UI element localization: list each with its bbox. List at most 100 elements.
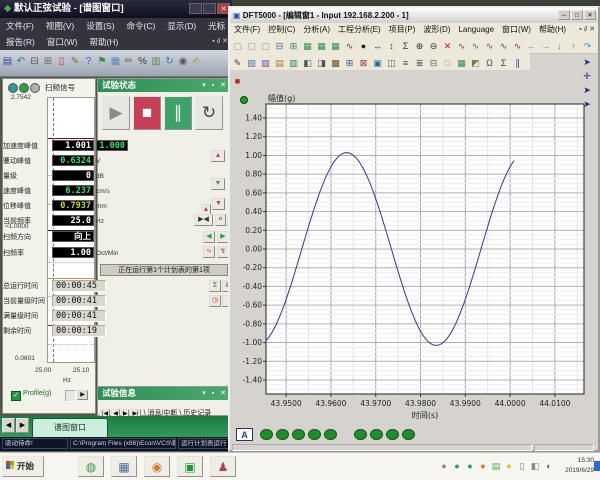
- messenger-icon[interactable]: ●: [464, 460, 476, 472]
- crosshair-icon[interactable]: ✛: [580, 69, 594, 83]
- panel-header-icons[interactable]: ▾ ▪ ✕: [202, 79, 228, 92]
- channel-ok-indicator[interactable]: [276, 429, 289, 440]
- export-pdf-icon[interactable]: ▯: [56, 53, 68, 71]
- vspan-icon[interactable]: ↕: [385, 40, 398, 53]
- channel-ok-indicator[interactable]: [324, 429, 337, 440]
- sum-time-icon[interactable]: Σ: [209, 280, 221, 292]
- tray-clock[interactable]: 15:30 2019/6/29: [558, 456, 594, 476]
- restart-button[interactable]: ↻: [195, 96, 223, 130]
- pause-button[interactable]: ∥: [164, 96, 192, 130]
- chart-icon-14[interactable]: ⊟: [427, 57, 440, 70]
- channel-ok-indicator[interactable]: [292, 429, 305, 440]
- channel-ok-indicator[interactable]: [354, 429, 367, 440]
- tab-spectrum-window[interactable]: 谱图窗口: [32, 418, 108, 438]
- database-icon[interactable]: ▥: [150, 53, 162, 71]
- chart-icon-2[interactable]: ▨: [259, 57, 272, 70]
- input-method-icon[interactable]: ●: [503, 460, 515, 472]
- chart-icon-13[interactable]: ≣: [413, 57, 426, 70]
- omega-icon[interactable]: Ω: [483, 57, 496, 70]
- media-app-icon[interactable]: ◉: [144, 456, 170, 477]
- tab-scroll-right-button[interactable]: ▶: [16, 418, 29, 433]
- chart-icon-10[interactable]: ▣: [371, 57, 384, 70]
- lower-level-button[interactable]: ▼: [211, 178, 225, 190]
- step-down-button[interactable]: ▼: [212, 198, 225, 210]
- chart-icon-17[interactable]: ◩: [469, 57, 482, 70]
- open-icon[interactable]: ▢: [245, 40, 258, 53]
- sweep-left-button[interactable]: ◀: [203, 231, 215, 243]
- measure-app-icon[interactable]: ♟: [210, 456, 236, 477]
- menu-item[interactable]: 文件(F): [230, 23, 264, 36]
- pen-icon[interactable]: ✎: [69, 53, 81, 71]
- start-button[interactable]: ▶: [102, 96, 130, 130]
- menu-item[interactable]: 视图(V): [40, 18, 80, 34]
- menu-item[interactable]: Language: [454, 23, 498, 36]
- wave-tool5-icon[interactable]: ∿: [511, 40, 524, 53]
- chart-icon-9[interactable]: ⊠: [357, 57, 370, 70]
- channel-ok-indicator[interactable]: [308, 429, 321, 440]
- menu-item[interactable]: 显示(D): [161, 18, 202, 34]
- language-flag-icon[interactable]: [594, 461, 600, 471]
- chart-icon-15[interactable]: □: [441, 57, 454, 70]
- chart-icon-16[interactable]: ▦: [455, 57, 468, 70]
- profile-next-button[interactable]: ▶: [77, 390, 88, 400]
- grid-view-icon[interactable]: ▦: [301, 40, 314, 53]
- arrow-right-icon[interactable]: →: [539, 40, 552, 53]
- menu-item[interactable]: 帮助(H): [84, 34, 125, 50]
- hspan-icon[interactable]: ↔: [371, 40, 384, 53]
- chart-icon-5[interactable]: ◧: [301, 57, 314, 70]
- maximize-icon[interactable]: [203, 3, 216, 14]
- arrow-down-icon[interactable]: ↓: [553, 40, 566, 53]
- waveform-button[interactable]: ∿: [203, 246, 215, 258]
- menu-item[interactable]: 文件(F): [0, 18, 40, 34]
- wave-tool3-icon[interactable]: ∿: [483, 40, 496, 53]
- chart-icon-3[interactable]: ▤: [273, 57, 286, 70]
- grid-view3-icon[interactable]: ▦: [329, 40, 342, 53]
- print-icon[interactable]: ⊟: [29, 53, 41, 71]
- wave-tool2-icon[interactable]: ∿: [469, 40, 482, 53]
- mdi-controls[interactable]: ▪ ∂ ✕: [212, 34, 228, 50]
- redo-icon[interactable]: ↷: [581, 40, 594, 53]
- channel-dot3-icon[interactable]: [30, 83, 40, 93]
- channel-ok-indicator[interactable]: [402, 429, 415, 440]
- menu-item[interactable]: 报告(R): [0, 34, 41, 50]
- hold-frequency-button[interactable]: ▶◀: [194, 214, 213, 226]
- econ-app-icon[interactable]: ◍: [78, 456, 104, 477]
- menu-item[interactable]: 窗口(W): [498, 23, 535, 36]
- chart-icon-12[interactable]: ≡: [399, 57, 412, 70]
- save-icon[interactable]: ▢: [259, 40, 272, 53]
- minimize-icon[interactable]: [189, 3, 202, 14]
- menu-item[interactable]: 命令(C): [121, 18, 162, 34]
- new-icon[interactable]: ▢: [231, 40, 244, 53]
- delete-icon[interactable]: ✕: [441, 40, 454, 53]
- profile-checkbox[interactable]: ✓: [11, 391, 21, 401]
- zoom-in-icon[interactable]: ⊕: [413, 40, 426, 53]
- menu-item[interactable]: 项目(P): [385, 23, 420, 36]
- security-icon[interactable]: ●: [477, 460, 489, 472]
- pencil-icon[interactable]: ✎: [231, 57, 244, 70]
- panel-header-icons2[interactable]: ▾ ▪ ✕: [202, 387, 228, 400]
- device-icon[interactable]: ●: [438, 460, 450, 472]
- copy-icon[interactable]: ⊞: [287, 40, 300, 53]
- usb-icon[interactable]: ▯: [516, 460, 528, 472]
- pause-icon[interactable]: ∥: [511, 57, 524, 70]
- grid-view2-icon[interactable]: ▦: [315, 40, 328, 53]
- menu-item[interactable]: 波形(D): [419, 23, 454, 36]
- copy-icon[interactable]: ⊞: [42, 53, 54, 71]
- dft5000-titlebar[interactable]: ▣ DFT5000 - [编辑窗1 - Input 192.168.2.200 …: [230, 8, 598, 23]
- vcs-titlebar[interactable]: ◆ 默认正弦试验 - [谱图窗口] ✕: [0, 0, 232, 18]
- sigma-icon[interactable]: Σ: [497, 57, 510, 70]
- arrow-left-icon[interactable]: ←: [525, 40, 538, 53]
- chart-icon-8[interactable]: ⊞: [343, 57, 356, 70]
- hand-icon[interactable]: ✍: [191, 53, 203, 71]
- wave-tool-icon[interactable]: ∿: [455, 40, 468, 53]
- chart-icon-7[interactable]: ▩: [329, 57, 342, 70]
- stop-icon[interactable]: ■: [231, 75, 244, 88]
- percent-icon[interactable]: %: [137, 53, 149, 71]
- test-status-header[interactable]: 试验状态 ▾ ▪ ✕: [98, 79, 231, 92]
- tab-scroll-left-button[interactable]: ◀: [2, 418, 15, 433]
- menu-item[interactable]: 工程分析(E): [334, 23, 385, 36]
- zoom-out-icon[interactable]: ⊖: [427, 40, 440, 53]
- channel-a-button[interactable]: A: [236, 428, 253, 441]
- vcs-app-icon[interactable]: ▣: [177, 456, 203, 477]
- channel-ok-indicator[interactable]: [260, 429, 273, 440]
